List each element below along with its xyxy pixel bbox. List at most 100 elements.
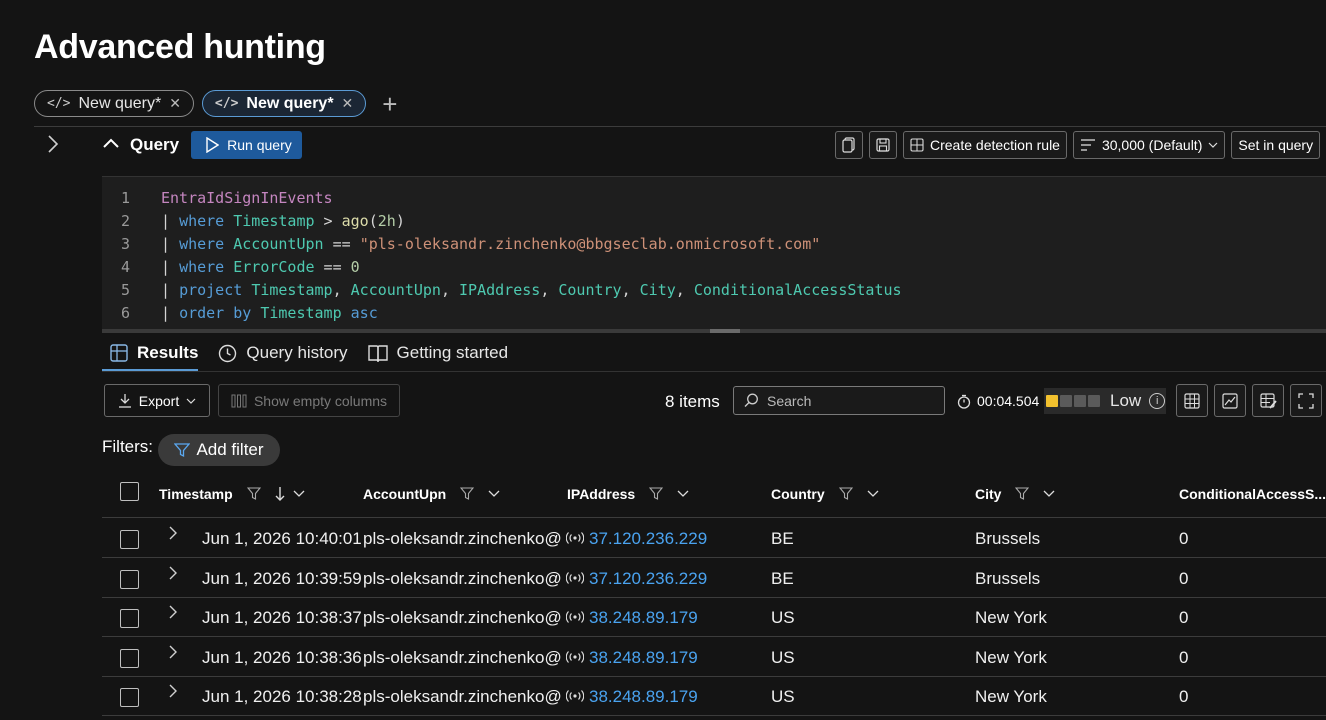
tab-getting-started[interactable]: Getting started [367, 340, 508, 366]
row-checkbox[interactable] [120, 609, 139, 628]
expand-sidebar-chevron-icon[interactable] [46, 134, 60, 160]
code-icon: </> [214, 96, 239, 111]
editor-line[interactable]: 5 | project Timestamp, AccountUpn, IPAddr… [102, 278, 902, 301]
close-icon[interactable]: ✕ [342, 95, 354, 112]
cell-conditionalaccessstatus: 0 [1179, 568, 1189, 588]
expand-row-chevron-icon[interactable] [168, 644, 178, 665]
editor-line[interactable]: 1 EntraIdSignInEvents [102, 186, 333, 209]
line-chart-icon [1222, 392, 1238, 409]
cell-ipaddress-link[interactable]: 38.248.89.179 [589, 648, 698, 668]
editor-scrollbar[interactable] [102, 329, 1326, 333]
save-button[interactable] [869, 131, 897, 159]
customize-columns-button[interactable] [1252, 384, 1284, 417]
chart-view-button[interactable] [1214, 384, 1246, 417]
expand-row-chevron-icon[interactable] [168, 683, 178, 704]
code-token: Country [558, 280, 622, 299]
info-icon[interactable]: i [1149, 393, 1166, 409]
tab-results[interactable]: Results [110, 340, 198, 366]
chevron-down-icon[interactable] [677, 490, 689, 498]
expand-row-chevron-icon[interactable] [168, 525, 178, 546]
table-row[interactable]: Jun 1, 2026 10:38:37 pls-oleksandr.zinche… [102, 598, 1326, 637]
table-row[interactable]: Jun 1, 2026 10:38:36 pls-oleksandr.zinche… [102, 638, 1326, 677]
column-header-ipaddress[interactable]: IPAddress [567, 486, 689, 502]
fullscreen-button[interactable] [1290, 384, 1322, 417]
code-token: ) [395, 211, 405, 230]
table-row[interactable]: Jun 1, 2026 10:38:28 pls-oleksandr.zinche… [102, 677, 1326, 716]
cell-country: BE [771, 529, 794, 548]
table-row[interactable]: Jun 1, 2026 10:40:01 pls-oleksandr.zinche… [102, 519, 1326, 558]
cell-ipaddress-link[interactable]: 37.120.236.229 [589, 529, 707, 549]
select-all-checkbox[interactable] [120, 482, 139, 501]
expand-row-chevron-icon[interactable] [168, 565, 178, 586]
chevron-down-icon[interactable] [488, 490, 500, 498]
tab-results-label: Results [137, 343, 199, 362]
column-header-label: City [975, 486, 1002, 502]
ip-address-icon [565, 610, 585, 628]
table-row[interactable]: Jun 1, 2026 10:39:59 pls-oleksandr.zinche… [102, 559, 1326, 598]
copy-icon [842, 137, 855, 153]
row-checkbox[interactable] [120, 648, 139, 668]
editor-line[interactable]: 3 | where AccountUpn == "pls-oleksandr.zi… [102, 232, 820, 255]
search-icon [744, 393, 758, 407]
table-view-button[interactable] [1176, 384, 1208, 417]
code-token: 0 [350, 257, 360, 276]
chevron-down-icon[interactable] [867, 490, 879, 498]
editor-line[interactable]: 2 | where Timestamp > ago(2h) [102, 209, 405, 232]
close-icon[interactable]: ✕ [169, 95, 181, 112]
query-tab-label: New query* [78, 94, 162, 112]
filter-icon[interactable] [1015, 487, 1030, 501]
add-tab-icon[interactable]: + [382, 91, 397, 117]
filter-icon[interactable] [838, 487, 853, 501]
tab-query-history[interactable]: Query history [218, 340, 348, 366]
run-query-button[interactable]: Run query [191, 131, 302, 159]
column-header-timestamp[interactable]: Timestamp [159, 486, 305, 502]
cell-ipaddress-link[interactable]: 38.248.89.179 [589, 608, 698, 628]
query-editor[interactable]: 1 EntraIdSignInEvents 2 | where Timestamp >… [102, 176, 1326, 330]
editor-line[interactable]: 6 | order by Timestamp asc [102, 301, 378, 324]
query-tab-1[interactable]: </> New query* ✕ [34, 90, 194, 117]
set-in-query-button[interactable]: Set in query [1231, 131, 1321, 159]
ip-address-icon [565, 650, 585, 668]
result-limit-dropdown[interactable]: 30,000 (Default) [1072, 131, 1226, 159]
filter-icon[interactable] [460, 487, 475, 501]
code-token: where [179, 211, 225, 230]
sort-down-icon[interactable] [275, 486, 285, 502]
code-token: , [332, 280, 351, 299]
expand-row-chevron-icon[interactable] [168, 604, 178, 625]
code-token: City [639, 280, 676, 299]
globe-icon [910, 138, 924, 152]
cell-ipaddress-link[interactable]: 37.120.236.229 [589, 569, 707, 589]
copy-button[interactable] [835, 131, 863, 159]
column-header-conditionalaccessstatus[interactable]: ConditionalAccessS... [1179, 486, 1326, 502]
column-header-country[interactable]: Country [771, 486, 879, 502]
cell-timestamp: Jun 1, 2026 10:39:59 [202, 568, 362, 588]
row-checkbox[interactable] [120, 530, 139, 549]
chevron-down-icon[interactable] [1043, 490, 1055, 498]
cell-ipaddress-link[interactable]: 38.248.89.179 [589, 687, 698, 707]
scrollbar-thumb[interactable] [710, 329, 740, 333]
code-token: , [440, 280, 460, 299]
query-tab-2[interactable]: </> New query* ✕ [201, 90, 367, 117]
items-count: 8 items [665, 392, 720, 411]
code-token: Timestamp [260, 303, 342, 322]
show-empty-columns-button[interactable]: Show empty columns [218, 384, 400, 417]
filter-icon[interactable] [246, 487, 261, 501]
chevron-down-icon [1208, 142, 1218, 148]
advanced-hunting-page: Advanced hunting </> New query* ✕ </> Ne… [0, 0, 1326, 720]
row-checkbox[interactable] [120, 688, 139, 707]
collapse-chevron-up-icon[interactable] [102, 136, 120, 154]
chevron-down-icon[interactable] [293, 490, 305, 498]
code-token: , [540, 280, 559, 299]
editor-line[interactable]: 4 | where ErrorCode == 0 [102, 255, 360, 278]
add-filter-button[interactable]: Add filter [158, 434, 280, 466]
row-checkbox[interactable] [120, 569, 139, 589]
create-detection-rule-button[interactable]: Create detection rule [903, 131, 1067, 159]
column-header-accountupn[interactable]: AccountUpn [363, 486, 500, 502]
code-token: where [179, 257, 225, 276]
filter-icon[interactable] [649, 487, 664, 501]
export-button[interactable]: Export [104, 384, 210, 417]
code-token: == [323, 234, 360, 253]
search-input[interactable]: Search [733, 386, 945, 415]
column-header-city[interactable]: City [975, 486, 1055, 502]
